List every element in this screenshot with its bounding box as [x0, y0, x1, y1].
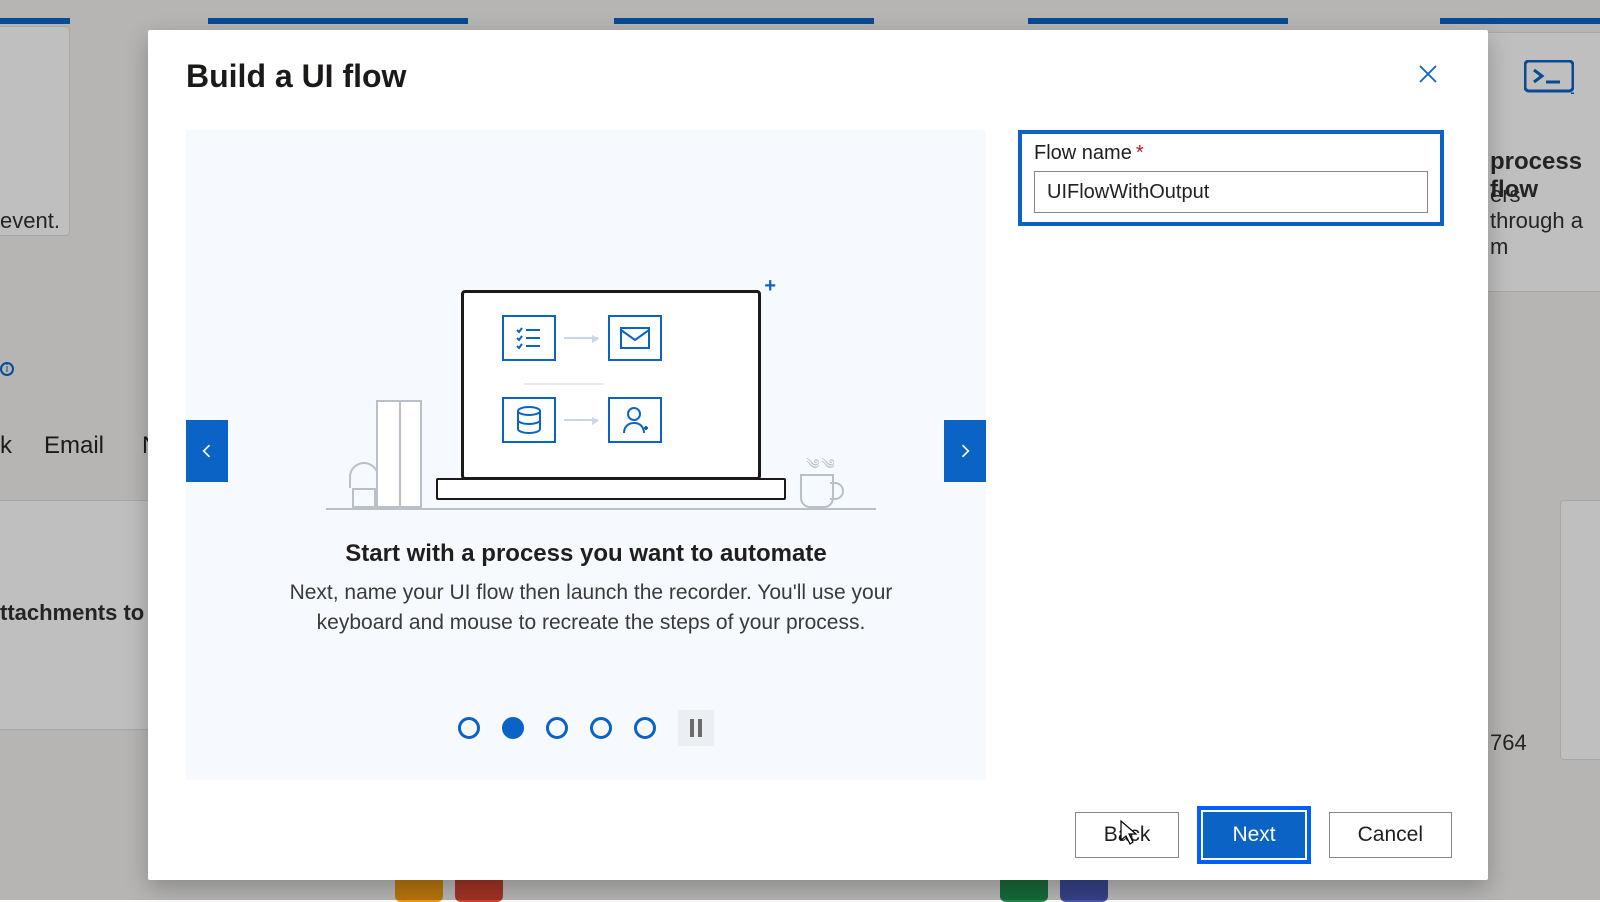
carousel-dot-2[interactable] — [502, 717, 524, 739]
person-icon — [608, 397, 662, 443]
carousel-pagination — [186, 710, 986, 746]
cancel-button[interactable]: Cancel — [1329, 812, 1452, 858]
dialog-footer: Back Next Cancel — [148, 790, 1488, 880]
carousel-dot-4[interactable] — [590, 717, 612, 739]
carousel-heading: Start with a process you want to automat… — [186, 540, 986, 568]
laptop-base-icon — [436, 478, 786, 500]
next-button-highlight: Next — [1197, 806, 1310, 864]
pause-icon — [690, 719, 694, 737]
carousel-dot-5[interactable] — [634, 717, 656, 739]
illustration: + ༄༄ — [186, 130, 986, 510]
carousel-pause-button[interactable] — [678, 710, 714, 746]
close-button[interactable] — [1410, 56, 1446, 92]
mouse-cursor-icon — [1118, 820, 1140, 846]
laptop-screen-icon: + — [461, 290, 761, 480]
carousel-dot-1[interactable] — [458, 717, 480, 739]
plus-icon: + — [764, 275, 776, 298]
next-button[interactable]: Next — [1203, 812, 1304, 858]
carousel-next-button[interactable] — [944, 420, 986, 482]
build-ui-flow-dialog: Build a UI flow + — [148, 30, 1488, 880]
flow-name-label: Flow name* — [1034, 142, 1428, 165]
dialog-title: Build a UI flow — [186, 58, 406, 95]
chevron-right-icon — [955, 441, 975, 461]
flow-name-input[interactable] — [1034, 171, 1428, 213]
onboarding-carousel: + ༄༄ — [186, 130, 986, 780]
database-icon — [502, 397, 556, 443]
mail-icon — [608, 315, 662, 361]
carousel-body: Next, name your UI flow then launch the … — [266, 578, 916, 639]
tower-icon — [376, 400, 422, 508]
required-asterisk: * — [1136, 142, 1144, 164]
carousel-prev-button[interactable] — [186, 420, 228, 482]
checklist-icon — [502, 315, 556, 361]
chevron-left-icon — [197, 441, 217, 461]
close-icon — [1416, 62, 1440, 86]
carousel-dot-3[interactable] — [546, 717, 568, 739]
flow-name-field-highlight: Flow name* — [1018, 130, 1444, 226]
cup-icon: ༄༄ — [794, 462, 846, 508]
